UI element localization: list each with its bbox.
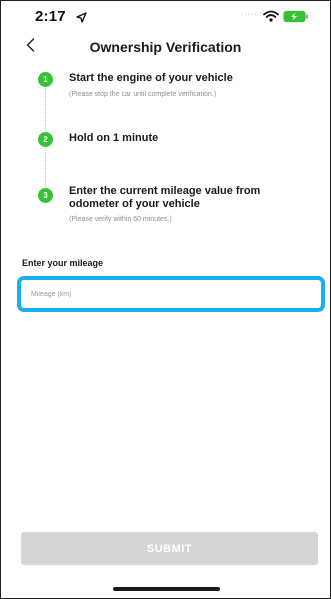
submit-button[interactable]: SUBMIT	[21, 532, 318, 565]
cellular-signal-icon: ·····	[241, 11, 258, 18]
mileage-field	[17, 276, 325, 312]
battery-charging-icon	[283, 10, 309, 28]
step-3-title: Enter the current mileage value from odo…	[69, 185, 261, 210]
mileage-label: Enter your mileage	[22, 258, 104, 268]
step-2-title: Hold on 1 minute	[69, 132, 159, 144]
step-3-badge: 3	[38, 188, 53, 203]
verification-steps: 1 Start the engine of your vehicle (Plea…	[1, 65, 330, 245]
step-1-title: Start the engine of your vehicle	[69, 72, 233, 84]
step-3-note: (Please verify within 60 minutes.)	[69, 216, 172, 223]
location-arrow-icon	[76, 10, 87, 28]
home-indicator	[113, 587, 220, 591]
status-bar: 2:17 ·····	[1, 1, 330, 31]
page-title: Ownership Verification	[89, 39, 242, 55]
app-screen: 2:17 ····· Ownership Verification 1 Star…	[0, 0, 331, 599]
status-time: 2:17	[35, 8, 66, 25]
mileage-input[interactable]	[21, 280, 321, 308]
wifi-icon	[263, 9, 279, 27]
step-1-badge: 1	[38, 72, 53, 87]
step-2-badge: 2	[38, 132, 53, 147]
nav-header: Ownership Verification	[1, 33, 330, 63]
step-1-note: (Please stop the car until complete veri…	[69, 91, 217, 98]
